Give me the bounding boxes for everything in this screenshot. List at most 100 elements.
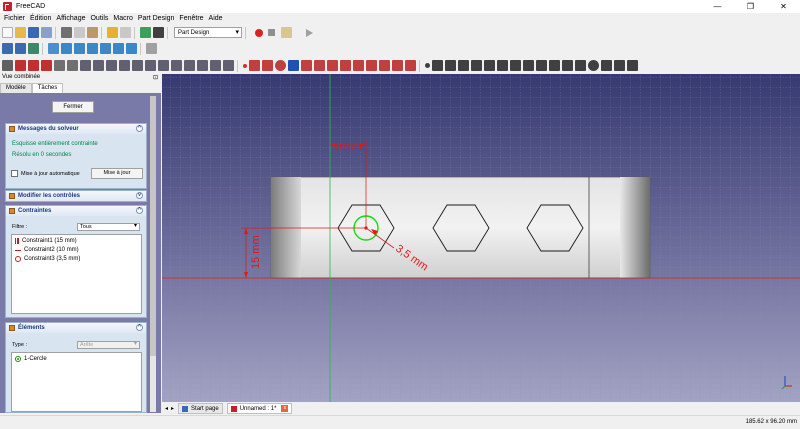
menu-part-design[interactable]: Part Design xyxy=(138,15,175,22)
horizontal-dimension-label[interactable]: 10 mm xyxy=(334,142,365,153)
constrain-symmetric-icon[interactable] xyxy=(523,60,534,71)
view-isometric-icon[interactable] xyxy=(48,43,59,54)
run-macro-icon[interactable] xyxy=(306,28,313,37)
pin-icon[interactable]: ⊡ xyxy=(153,74,158,81)
tab-taches[interactable]: Tâches xyxy=(31,83,64,93)
filter-select[interactable]: Tous xyxy=(77,223,140,231)
copy-icon[interactable] xyxy=(74,27,85,38)
constrain-angle-icon[interactable] xyxy=(601,60,612,71)
element-item[interactable]: 1-Cercle xyxy=(15,356,47,362)
thickness-icon[interactable] xyxy=(223,60,234,71)
fillet-icon[interactable] xyxy=(184,60,195,71)
view-rear-icon[interactable] xyxy=(100,43,111,54)
sketch-canvas[interactable]: 3,5 mm 10 mm 15 mm xyxy=(162,74,800,402)
fit-selection-icon[interactable] xyxy=(15,43,26,54)
draft-icon[interactable] xyxy=(210,60,221,71)
view-bottom-icon[interactable] xyxy=(113,43,124,54)
leave-sketch-icon[interactable] xyxy=(41,60,52,71)
constrain-horizontal-icon[interactable] xyxy=(458,60,469,71)
constraint-item[interactable]: Constraint3 (3,5 mm) xyxy=(15,256,80,262)
constrain-vertical-distance-icon[interactable] xyxy=(562,60,573,71)
3d-viewport[interactable]: 3,5 mm 10 mm 15 mm xyxy=(162,74,800,402)
external-geometry-icon[interactable] xyxy=(405,60,416,71)
constrain-horizontal-distance-icon[interactable] xyxy=(549,60,560,71)
create-circle-icon[interactable] xyxy=(275,60,286,71)
constraints-header[interactable]: Contraintes ^ xyxy=(6,206,146,216)
pad-icon[interactable] xyxy=(80,60,91,71)
paste-icon[interactable] xyxy=(87,27,98,38)
view-left-icon[interactable] xyxy=(126,43,137,54)
menu-edition[interactable]: Édition xyxy=(30,15,51,22)
view-sketch-icon[interactable] xyxy=(54,60,65,71)
close-sketch-button[interactable]: Fermer xyxy=(52,101,94,113)
workbench-selector[interactable]: Part Design xyxy=(174,27,242,38)
print-icon[interactable] xyxy=(41,27,52,38)
new-document-icon[interactable] xyxy=(2,27,13,38)
scrollbar-thumb[interactable] xyxy=(150,96,156,356)
type-select[interactable]: Arête xyxy=(77,341,140,349)
create-point-icon[interactable] xyxy=(243,63,247,68)
close-tab-icon[interactable]: x xyxy=(281,405,289,412)
solver-messages-header[interactable]: Messages du solveur ^ xyxy=(6,124,146,134)
constraint-item[interactable]: Constraint1 (15 mm) xyxy=(15,238,77,244)
constrain-tangent-icon[interactable] xyxy=(497,60,508,71)
create-rectangle-icon[interactable] xyxy=(327,60,338,71)
constrain-vertical-icon[interactable] xyxy=(445,60,456,71)
maximize-button[interactable]: ❐ xyxy=(734,0,767,13)
menu-fichier[interactable]: Fichier xyxy=(4,15,25,22)
refresh-icon[interactable] xyxy=(140,27,151,38)
collapse-icon[interactable]: ^ xyxy=(136,125,143,132)
record-macro-icon[interactable] xyxy=(255,28,263,37)
create-sketch-icon[interactable] xyxy=(15,60,26,71)
groove-icon[interactable] xyxy=(158,60,169,71)
menu-aide[interactable]: Aide xyxy=(209,15,223,22)
update-button[interactable]: Mise à jour xyxy=(91,168,143,179)
additive-pipe-icon[interactable] xyxy=(119,60,130,71)
elements-header[interactable]: Éléments ^ xyxy=(6,323,146,333)
chamfer-icon[interactable] xyxy=(197,60,208,71)
constrain-coincident-icon[interactable] xyxy=(425,63,430,68)
edit-controls-header[interactable]: Modifier les contrôles v xyxy=(6,191,146,201)
create-polygon-icon[interactable] xyxy=(340,60,351,71)
create-fillet-icon[interactable] xyxy=(366,60,377,71)
expand-icon[interactable]: v xyxy=(136,192,143,199)
view-front-icon[interactable] xyxy=(61,43,72,54)
constrain-radius-icon[interactable] xyxy=(588,60,599,71)
save-icon[interactable] xyxy=(28,27,39,38)
solid-body[interactable] xyxy=(270,176,651,279)
pocket-icon[interactable] xyxy=(132,60,143,71)
collapse-icon[interactable]: ^ xyxy=(136,324,143,331)
menu-fenetre[interactable]: Fenêtre xyxy=(179,15,203,22)
open-folder-icon[interactable] xyxy=(15,27,26,38)
minimize-button[interactable]: — xyxy=(701,0,734,13)
fit-all-icon[interactable] xyxy=(2,43,13,54)
edit-macro-icon[interactable] xyxy=(281,27,292,38)
measure-icon[interactable] xyxy=(146,43,157,54)
cut-icon[interactable] xyxy=(61,27,72,38)
task-panel-scrollbar[interactable] xyxy=(150,96,156,412)
constraint-item[interactable]: Constraint2 (10 mm) xyxy=(15,247,79,253)
auto-update-checkbox[interactable] xyxy=(11,170,18,177)
toggle-construction-icon[interactable] xyxy=(627,60,638,71)
tab-start-page[interactable]: Start page xyxy=(178,403,223,414)
menu-outils[interactable]: Outils xyxy=(90,15,108,22)
edit-sketch-icon[interactable] xyxy=(28,60,39,71)
extend-edge-icon[interactable] xyxy=(392,60,403,71)
tab-modele[interactable]: Modèle xyxy=(0,83,32,93)
trim-edge-icon[interactable] xyxy=(379,60,390,71)
create-slot-icon[interactable] xyxy=(353,60,364,71)
create-line-icon[interactable] xyxy=(249,60,260,71)
create-bspline-icon[interactable] xyxy=(301,60,312,71)
subtractive-loft-icon[interactable] xyxy=(171,60,182,71)
vertical-dimension-label[interactable]: 15 mm xyxy=(250,235,262,269)
close-window-button[interactable]: ✕ xyxy=(767,0,800,13)
tab-scroll-left-icon[interactable]: ◂ xyxy=(165,405,168,412)
constrain-distance-icon[interactable] xyxy=(575,60,586,71)
create-polyline-icon[interactable] xyxy=(314,60,325,71)
whats-this-icon[interactable] xyxy=(153,27,164,38)
constrain-equal-icon[interactable] xyxy=(510,60,521,71)
create-body-icon[interactable] xyxy=(2,60,13,71)
create-arc-icon[interactable] xyxy=(262,60,273,71)
constrain-lock-icon[interactable] xyxy=(536,60,547,71)
constrain-snell-icon[interactable] xyxy=(614,60,625,71)
